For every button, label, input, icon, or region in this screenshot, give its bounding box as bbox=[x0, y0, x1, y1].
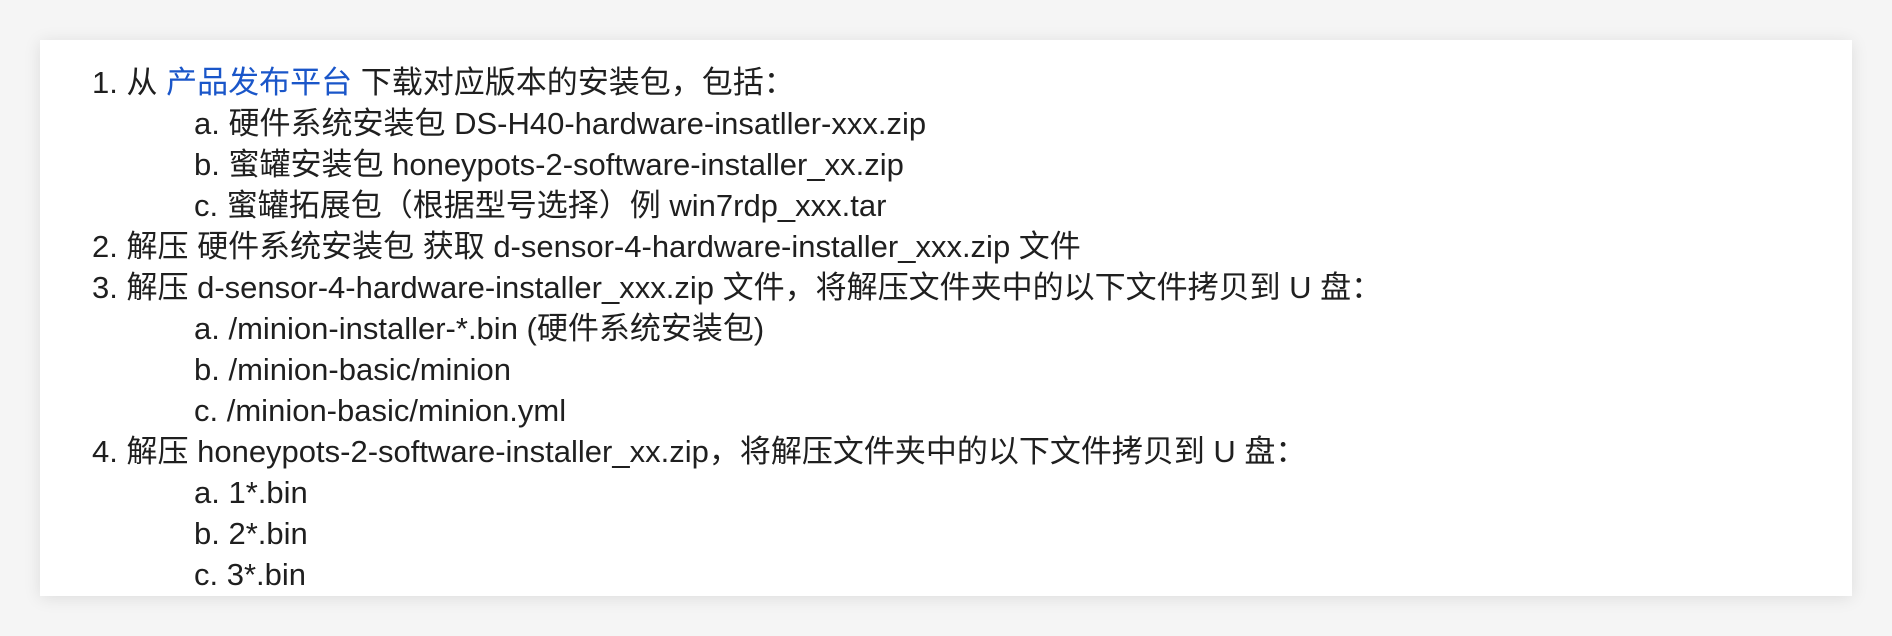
step-4-sub-b: b. 2*.bin bbox=[40, 513, 1852, 554]
sub-step-text: 蜜罐拓展包（根据型号选择）例 win7rdp_xxx.tar bbox=[226, 188, 887, 223]
sub-step-letter: c. bbox=[194, 557, 219, 592]
step-number: 3. bbox=[92, 270, 118, 305]
step-4-sub-a: a. 1*.bin bbox=[40, 472, 1852, 513]
step-text-suffix: 下载对应版本的安装包，包括： bbox=[352, 65, 795, 100]
step-3-sub-b: b. /minion-basic/minion bbox=[40, 349, 1852, 390]
sub-step-text: /minion-basic/minion bbox=[228, 352, 512, 387]
sub-step-text: 1*.bin bbox=[228, 475, 308, 510]
step-1: 1. 从 产品发布平台 下载对应版本的安装包，包括： bbox=[40, 62, 1852, 103]
sub-step-letter: b. bbox=[194, 352, 220, 387]
step-4-sub-c: c. 3*.bin bbox=[40, 554, 1852, 595]
step-1-sub-b: b. 蜜罐安装包 honeypots-2-software-installer_… bbox=[40, 144, 1852, 185]
step-number: 4. bbox=[92, 434, 118, 469]
step-text-prefix: 从 bbox=[126, 65, 167, 100]
sub-step-letter: b. bbox=[194, 516, 220, 551]
step-3-sub-c: c. /minion-basic/minion.yml bbox=[40, 390, 1852, 431]
sub-step-letter: c. bbox=[194, 393, 219, 428]
sub-step-letter: b. bbox=[194, 147, 220, 182]
document-card: 1. 从 产品发布平台 下载对应版本的安装包，包括： a. 硬件系统安装包 DS… bbox=[40, 40, 1852, 596]
step-1-sub-a: a. 硬件系统安装包 DS-H40-hardware-insatller-xxx… bbox=[40, 103, 1852, 144]
sub-step-text: 3*.bin bbox=[226, 557, 307, 592]
sub-step-text: /minion-basic/minion.yml bbox=[226, 393, 567, 428]
sub-step-letter: a. bbox=[194, 311, 220, 346]
sub-step-letter: c. bbox=[194, 188, 219, 223]
step-number: 1. bbox=[92, 65, 118, 100]
step-4: 4. 解压 honeypots-2-software-installer_xx.… bbox=[40, 431, 1852, 472]
step-2: 2. 解压 硬件系统安装包 获取 d-sensor-4-hardware-ins… bbox=[40, 226, 1852, 267]
release-platform-link[interactable]: 产品发布平台 bbox=[166, 65, 352, 100]
step-text: 解压 硬件系统安装包 获取 d-sensor-4-hardware-instal… bbox=[126, 229, 1081, 264]
step-text: 解压 honeypots-2-software-installer_xx.zip… bbox=[126, 434, 1307, 469]
sub-step-letter: a. bbox=[194, 106, 220, 141]
sub-step-text: 硬件系统安装包 DS-H40-hardware-insatller-xxx.zi… bbox=[228, 106, 927, 141]
step-1-sub-c: c. 蜜罐拓展包（根据型号选择）例 win7rdp_xxx.tar bbox=[40, 185, 1852, 226]
step-3: 3. 解压 d-sensor-4-hardware-installer_xxx.… bbox=[40, 267, 1852, 308]
step-3-sub-a: a. /minion-installer-*.bin (硬件系统安装包) bbox=[40, 308, 1852, 349]
step-text: 解压 d-sensor-4-hardware-installer_xxx.zip… bbox=[126, 270, 1383, 305]
sub-step-text: 2*.bin bbox=[228, 516, 308, 551]
install-steps-list: 1. 从 产品发布平台 下载对应版本的安装包，包括： a. 硬件系统安装包 DS… bbox=[40, 62, 1852, 595]
sub-step-letter: a. bbox=[194, 475, 220, 510]
sub-step-text: /minion-installer-*.bin (硬件系统安装包) bbox=[228, 311, 765, 346]
sub-step-text: 蜜罐安装包 honeypots-2-software-installer_xx.… bbox=[228, 147, 904, 182]
step-number: 2. bbox=[92, 229, 118, 264]
